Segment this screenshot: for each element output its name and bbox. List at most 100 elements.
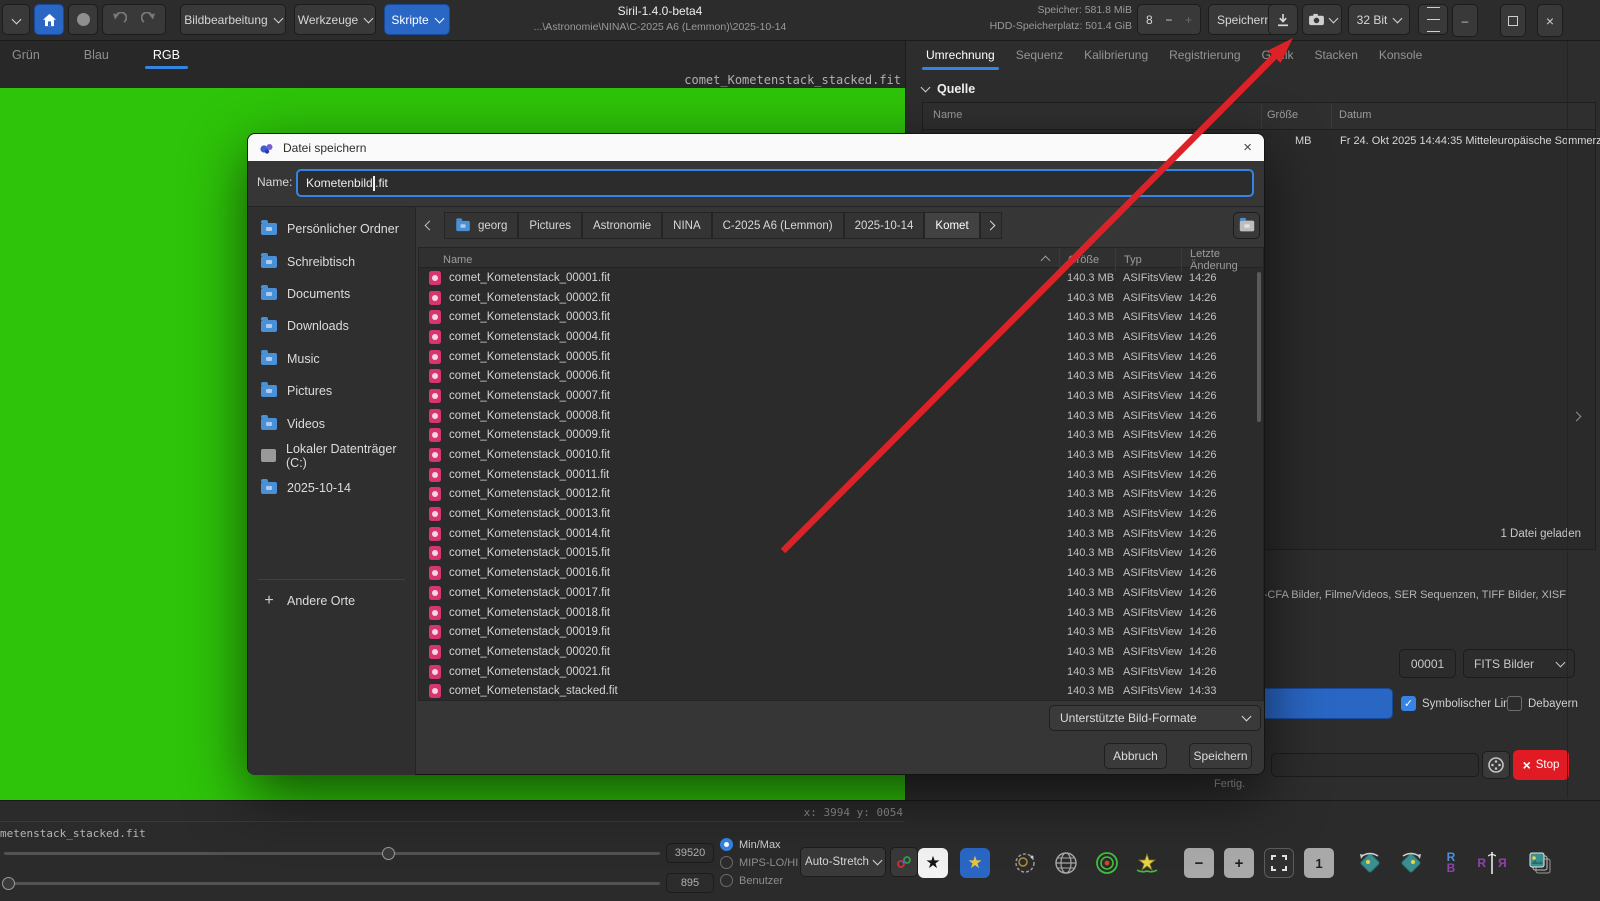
mask-star-button[interactable]: ★	[918, 848, 948, 878]
low-value-box[interactable]: 895	[666, 873, 714, 893]
breadcrumb-item[interactable]: Astronomie	[582, 212, 662, 239]
stretch-mode-dropdown[interactable]: Auto-Stretch	[800, 847, 886, 877]
file-row[interactable]: comet_Kometenstack_00009.fit 140.3 MB AS…	[419, 426, 1263, 446]
astrometry-button[interactable]	[1051, 848, 1081, 878]
file-row[interactable]: comet_Kometenstack_00013.fit 140.3 MB AS…	[419, 504, 1263, 524]
file-row[interactable]: comet_Kometenstack_00016.fit 140.3 MB AS…	[419, 563, 1263, 583]
file-row[interactable]: comet_Kometenstack_00021.fit 140.3 MB AS…	[419, 662, 1263, 682]
file-row[interactable]: comet_Kometenstack_00002.fit 140.3 MB AS…	[419, 288, 1263, 308]
bit-depth-dropdown[interactable]: 32 Bit	[1348, 4, 1410, 35]
mirror-x-button[interactable]: R R	[1477, 848, 1507, 878]
filename-input[interactable]: Kometenbild .fit	[296, 169, 1254, 197]
photometry-button[interactable]	[1092, 848, 1122, 878]
menu-bildbearbeitung[interactable]: Bildbearbeitung	[180, 4, 286, 35]
debayer-checkbox[interactable]	[1507, 696, 1522, 711]
place-item[interactable]: Documents	[248, 278, 415, 310]
place-item[interactable]: Music	[248, 343, 415, 375]
path-back-button[interactable]	[419, 212, 439, 239]
open-dropdown-button[interactable]	[2, 4, 30, 35]
minmax-radio[interactable]	[720, 838, 733, 851]
zoom-in-button[interactable]: +	[1224, 848, 1254, 878]
col-header-date[interactable]: Datum	[1339, 109, 1371, 121]
channel-tab[interactable]: Grün	[4, 48, 48, 62]
file-type-dropdown[interactable]: FITS Bilder	[1463, 649, 1575, 678]
file-row[interactable]: comet_Kometenstack_00015.fit 140.3 MB AS…	[419, 544, 1263, 564]
file-row[interactable]: comet_Kometenstack_00005.fit 140.3 MB AS…	[419, 347, 1263, 367]
convert-button[interactable]	[1249, 688, 1393, 719]
panel-tab[interactable]: Sequenz	[1016, 48, 1063, 62]
file-row[interactable]: comet_Kometenstack_00010.fit 140.3 MB AS…	[419, 445, 1263, 465]
snapshot-button[interactable]	[1302, 4, 1342, 35]
header-modified[interactable]: Letzte Änderung	[1181, 248, 1265, 272]
file-row[interactable]: comet_Kometenstack_00014.fit 140.3 MB AS…	[419, 524, 1263, 544]
panel-tab[interactable]: Konsole	[1379, 48, 1422, 62]
panel-tab[interactable]: Kalibrierung	[1084, 48, 1148, 62]
channel-tab[interactable]: RGB	[145, 48, 188, 62]
rotate-ccw-button[interactable]	[1355, 848, 1385, 878]
place-item[interactable]: Persönlicher Ordner	[248, 213, 415, 245]
place-item[interactable]: Schreibtisch	[248, 245, 415, 277]
new-folder-button[interactable]	[1233, 212, 1260, 239]
mips-radio-row[interactable]: MIPS-LO/HI	[720, 856, 798, 869]
threads-spinner[interactable]: 8 − +	[1137, 4, 1201, 35]
breadcrumb-item[interactable]: NINA	[662, 212, 711, 239]
panel-tab[interactable]: Grafik	[1262, 48, 1294, 62]
film-sequence-button[interactable]	[1482, 751, 1510, 779]
minmax-radio-row[interactable]: Min/Max	[720, 838, 781, 851]
file-row[interactable]: comet_Kometenstack_00008.fit 140.3 MB AS…	[419, 406, 1263, 426]
minimize-button[interactable]: –	[1452, 4, 1478, 37]
other-places-item[interactable]: + Andere Orte	[248, 585, 416, 617]
channel-link-button[interactable]	[890, 847, 918, 877]
star-align-button[interactable]	[1132, 848, 1162, 878]
user-radio-row[interactable]: Benutzer	[720, 874, 783, 887]
redo-button[interactable]	[141, 12, 157, 28]
channel-swap-button[interactable]: R B	[1436, 848, 1466, 878]
header-name[interactable]: Name	[423, 254, 1059, 266]
rotate-cw-button[interactable]	[1396, 848, 1426, 878]
file-row[interactable]: comet_Kometenstack_00006.fit 140.3 MB AS…	[419, 366, 1263, 386]
file-row[interactable]: comet_Kometenstack_00019.fit 140.3 MB AS…	[419, 622, 1263, 642]
low-slider-handle[interactable]	[2, 877, 15, 890]
panel-tab[interactable]: Umrechnung	[926, 48, 995, 62]
hamburger-menu-button[interactable]	[1418, 4, 1448, 35]
path-forward-button[interactable]	[980, 212, 1002, 239]
file-row[interactable]: comet_Kometenstack_00003.fit 140.3 MB AS…	[419, 307, 1263, 327]
close-button[interactable]: ×	[1537, 4, 1563, 37]
col-header-name[interactable]: Name	[933, 109, 962, 121]
file-row[interactable]: comet_Kometenstack_00012.fit 140.3 MB AS…	[419, 485, 1263, 505]
place-item[interactable]: Lokaler Datenträger (C:)	[248, 440, 415, 472]
dialog-close-button[interactable]: ×	[1243, 139, 1252, 156]
cancel-button[interactable]: Abbruch	[1104, 743, 1167, 769]
breadcrumb-item[interactable]: Pictures	[518, 212, 582, 239]
zoom-100-button[interactable]: 1	[1304, 848, 1334, 878]
breadcrumb-item[interactable]: 2025-10-14	[844, 212, 925, 239]
sequence-index-input[interactable]: 00001	[1399, 649, 1456, 678]
stop-button[interactable]: × Stop	[1513, 750, 1569, 780]
orbit-button[interactable]	[1010, 848, 1040, 878]
save-as-button[interactable]	[1268, 4, 1298, 35]
format-filter-dropdown[interactable]: Unterstützte Bild-Formate	[1049, 705, 1261, 731]
file-row[interactable]: comet_Kometenstack_00018.fit 140.3 MB AS…	[419, 603, 1263, 623]
record-indicator-button[interactable]	[68, 4, 98, 35]
file-row[interactable]: comet_Kometenstack_00001.fit 140.3 MB AS…	[419, 268, 1263, 288]
zoom-out-button[interactable]: −	[1184, 848, 1214, 878]
file-list-scrollbar[interactable]	[1257, 272, 1261, 422]
file-row[interactable]: comet_Kometenstack_stacked.fit 140.3 MB …	[419, 681, 1263, 701]
undo-button[interactable]	[111, 12, 127, 28]
symlink-option[interactable]: ✓ Symbolischer Link	[1401, 696, 1515, 711]
place-item[interactable]: Videos	[248, 407, 415, 439]
high-value-box[interactable]: 39520	[666, 843, 714, 863]
high-slider[interactable]	[4, 852, 660, 855]
fit-view-button[interactable]	[1264, 848, 1294, 878]
user-radio[interactable]	[720, 874, 733, 887]
breadcrumb-item[interactable]: C-2025 A6 (Lemmon)	[712, 212, 844, 239]
sequence-frames-button[interactable]	[1525, 848, 1555, 878]
header-type[interactable]: Typ	[1115, 248, 1181, 272]
place-item[interactable]: 2025-10-14	[248, 472, 415, 504]
high-slider-handle[interactable]	[382, 847, 395, 860]
spin-minus-button[interactable]: −	[1165, 13, 1172, 27]
star-detection-button[interactable]: ★	[960, 848, 990, 878]
place-item[interactable]: Pictures	[248, 375, 415, 407]
place-item[interactable]: Downloads	[248, 310, 415, 342]
dialog-save-button[interactable]: Speichern	[1189, 743, 1252, 769]
